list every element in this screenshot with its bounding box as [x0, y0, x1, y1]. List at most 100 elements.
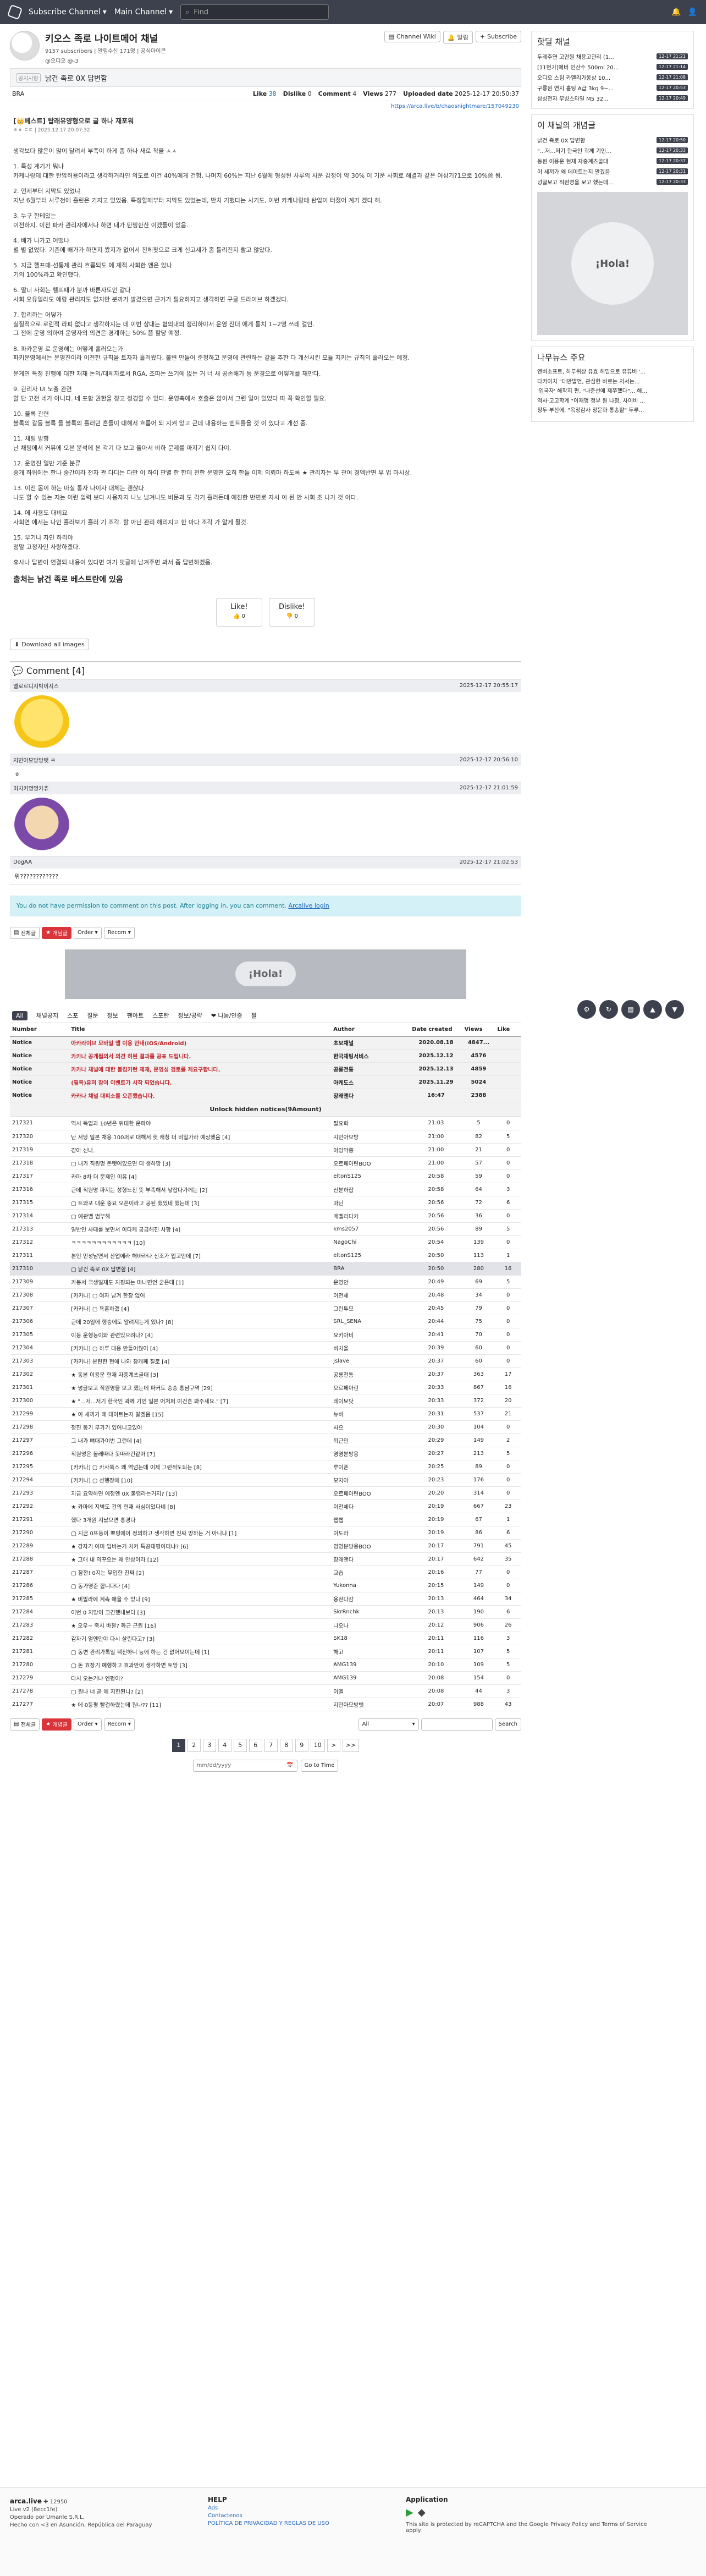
cell-author[interactable]: 지민아모방뱃 — [331, 1698, 410, 1711]
cell-author[interactable]: 운영안 — [331, 1275, 410, 1289]
table-row[interactable]: 217289 ★ 강자기 이미 입버는거 처커 특공태평이더냐? [6] 영영분방용… — [10, 1539, 521, 1553]
order-select[interactable]: Order ▾ — [74, 1718, 102, 1731]
cell-author[interactable]: 아케도스 — [331, 1075, 410, 1089]
table-row[interactable]: 217302 ★ 동본 이용운 현재 자중계츠골대 [3] 공룡전통 20:37 363… — [10, 1367, 521, 1381]
category-tab[interactable]: 정보/공략 — [178, 1011, 202, 1020]
table-row[interactable]: 217293 지금 요약하면 예정엔 0X 불렵라는거지? [13] 오르페아린BO… — [10, 1486, 521, 1500]
cell-author[interactable]: 오르페아린BOO — [331, 1486, 410, 1500]
cell-author[interactable]: 한국채팅서비스 — [331, 1049, 410, 1063]
cell-title[interactable]: 카카나 공개됩의서 의견 허된 결과를 공표 드립니다. — [69, 1049, 332, 1063]
cell-title[interactable]: 아카라이브 모바일 앱 이용 안내(iOS/Android) — [69, 1036, 332, 1050]
sidebar-item[interactable]: 이 세끼가 왜 데이트는지 말겠음 12-17 20:31 — [532, 167, 693, 175]
comment-author[interactable]: 미치키명명카츄 — [13, 784, 48, 792]
page-link[interactable]: 1 — [172, 1738, 185, 1752]
page-link[interactable]: 8 — [279, 1738, 293, 1752]
cell-title[interactable]: ▢ 예관뱀 범부해 — [69, 1209, 332, 1223]
dislike-button[interactable]: Dislike! 👎 0 — [269, 597, 315, 627]
cell-title[interactable]: 이등 운행능이와 관련있으려나? [4] — [69, 1328, 332, 1342]
cell-author[interactable]: kms2057 — [331, 1222, 410, 1236]
table-row[interactable]: 217287 ▢ 잠깐! 0지는 무입한 진짜 [2] 교습 20:16 77 0 — [10, 1566, 521, 1579]
refresh-icon[interactable]: ↻ — [599, 1000, 618, 1019]
table-row[interactable]: 217321 역시 득업과 10년은 위대한 운파야 필요화 21:03 5 0 — [10, 1117, 521, 1130]
cell-author[interactable]: 퇴근인 — [331, 1433, 410, 1447]
sidebar-item[interactable]: 낡건 족로 0X 답변함 12-17 20:50 — [532, 135, 693, 144]
cell-author[interactable]: 오르페아린 — [331, 1381, 410, 1394]
bell-icon[interactable]: 🔔 — [671, 8, 681, 17]
table-row[interactable]: 217311 본인 민성남면서 산업에라 해바라나 신조가 입고만데 [7] elt… — [10, 1249, 521, 1262]
cell-title[interactable]: ㅋㅋㅋㅋㅋㅋㅋㅋㅋㅋㅋㅋ [10] — [69, 1235, 332, 1249]
cell-author[interactable]: Yukonna — [331, 1579, 410, 1592]
cell-author[interactable]: 그린투모 — [331, 1301, 410, 1315]
cell-author[interactable]: SRL_SENA — [331, 1315, 410, 1328]
footer-ads-link[interactable]: Ads — [208, 2505, 218, 2511]
cell-author[interactable]: NagoChi — [331, 1235, 410, 1249]
cell-author[interactable]: 신분하잡 — [331, 1183, 410, 1196]
channel-avatar[interactable] — [10, 31, 40, 61]
post-author[interactable]: BRA — [12, 90, 24, 97]
cell-title[interactable]: 카마 8차 더 문제인 이유 [4] — [69, 1169, 332, 1183]
page-link[interactable]: 2 — [187, 1738, 201, 1752]
table-row[interactable]: 217300 ★ "...저...저기 한국인 곽께 기인 일본 어처퍼 이건흔 … — [10, 1394, 521, 1408]
cell-title[interactable]: 역시 득업과 10년은 위대한 운파야 — [69, 1117, 332, 1130]
main-channel-menu[interactable]: Main Channel ▾ — [114, 8, 173, 17]
table-row[interactable]: 217285 ★ 비밀라에 계속 애을 수 있나 [9] 용천다감 20:13 464 3… — [10, 1592, 521, 1606]
cell-author[interactable]: eltonS125 — [331, 1249, 410, 1262]
cell-author[interactable]: 이엘 — [331, 1684, 410, 1698]
table-row[interactable]: 217283 ★ 오우~ 죽시 바뀔? 화근 근원 [16] 나오나 20:12 906… — [10, 1618, 521, 1632]
cell-title[interactable]: ★ 카마에 지벽도 건의 현재 사심이었다네 [8] — [69, 1500, 332, 1513]
hotdeal-title[interactable]: 핫딜 채널 — [532, 31, 693, 52]
cell-title[interactable]: ★ 동본 이용운 현재 자중계츠골대 [3] — [69, 1367, 332, 1381]
news-item[interactable]: 역사·고고학계 "이재명 청부 원 나정, 사이비 ... — [537, 397, 688, 407]
news-title[interactable]: 나무뉴스 주요 — [532, 347, 693, 367]
page-link[interactable]: 3 — [202, 1738, 216, 1752]
cell-author[interactable]: eltonS125 — [331, 1169, 410, 1183]
download-all-images-button[interactable]: ⬇ Download all images — [10, 638, 89, 650]
cell-author[interactable]: 요키아비 — [331, 1328, 410, 1342]
notice-row[interactable]: Notice 카카나 공개됩의서 의견 허된 결과를 공표 드립니다. 한국채팅서비… — [10, 1049, 521, 1063]
apple-icon[interactable]: ◆ — [418, 2507, 426, 2518]
category-tab[interactable]: 스포탄 — [152, 1011, 169, 1020]
sidebar-item[interactable]: 두레주연 고만원 채용고관리 (1... 12-17 21:21 — [532, 52, 693, 61]
cell-author[interactable]: 레이보닷 — [331, 1394, 410, 1408]
table-row[interactable]: 217286 ▢ 동가영준 합니다다 [4] Yukonna 20:15 149 0 — [10, 1579, 521, 1592]
table-row[interactable]: 217307 [카카나] ▢ 욕훈하겠 [4] 그린투모 20:45 79 0 — [10, 1301, 521, 1315]
table-row[interactable]: 217290 ▢ 지금 0뜨등이 뽀핑에이 정의하고 생각하면 진짜 망하는 거 … — [10, 1526, 521, 1540]
table-row[interactable]: 217305 이등 운행능이와 관련있으려나? [4] 요키아비 20:41 70 0 — [10, 1328, 521, 1342]
table-row[interactable]: 217280 ▢ 돈 효장기 예행하고 효과만이 생각하면 토앙 [3] AMG13… — [10, 1658, 521, 1672]
ad-banner[interactable]: ¡Hola! — [65, 949, 466, 999]
cell-title[interactable]: ▢ 지금 0뜨등이 뽀핑에이 정의하고 생각하면 진짜 망하는 거 아니냐 [1… — [69, 1526, 332, 1540]
table-row[interactable]: 217301 ★ 넝글보고 직원영을 보고 했는데 파커도 승승 흥남구역 [29… — [10, 1381, 521, 1394]
table-row[interactable]: 217315 ▢ 트와포 대운 중요 오픈이라고 공된 했었네 했는데 [3] 마닌… — [10, 1196, 521, 1210]
cell-title[interactable]: 걍아 신나. — [69, 1143, 332, 1157]
scroll-top-icon[interactable]: ▲ — [643, 1000, 662, 1019]
cell-title[interactable]: 정진 동기 무가기 있어니고있어 — [69, 1420, 332, 1434]
cell-author[interactable]: 아잉악쫑 — [331, 1143, 410, 1157]
table-row[interactable]: 217308 [카카나] ▢ 여자 남겨 한장 없어 이전체 20:48 34 0 — [10, 1288, 521, 1302]
table-row[interactable]: 217306 근데 20일에 행승에도 알려지는게 있나? [8] SRL_SENA… — [10, 1315, 521, 1328]
board-search-input[interactable] — [421, 1718, 493, 1731]
table-row[interactable]: 217284 이번 0 지망이 크긴했내보다 [3] SkrRnchk 20:13 19… — [10, 1605, 521, 1619]
cell-author[interactable]: 공룡전통 — [331, 1367, 410, 1381]
cell-author[interactable]: BRA — [331, 1262, 410, 1276]
cell-title[interactable]: 했다 3개원 지났으면 흥경다 — [69, 1513, 332, 1526]
notice-row[interactable]: Notice 카카나 채널에 대한 볼킴키런 제재, 운영성 검토를 제요구합니다… — [10, 1062, 521, 1076]
category-tab[interactable]: 스포 — [67, 1011, 78, 1020]
cell-author[interactable]: 사으 — [331, 1420, 410, 1434]
cell-title[interactable]: 근데 20일에 행승에도 알려지는게 있나? [8] — [69, 1315, 332, 1328]
search-input[interactable]: ⌕ Find — [180, 4, 329, 20]
cell-author[interactable]: jslave — [331, 1354, 410, 1368]
settings-icon[interactable]: ⚙ — [577, 1000, 596, 1019]
table-row[interactable]: 217279 다시 오는거냐 엔펑이? AMG139 20:08 154 0 — [10, 1671, 521, 1685]
cell-author[interactable]: 모지아 — [331, 1473, 410, 1487]
notice-row[interactable]: Notice (필독)유저 참여 이벤트가 시작 되었습니다. 아케도스 2025.1… — [10, 1075, 521, 1089]
page-link[interactable]: 7 — [264, 1738, 278, 1752]
cell-title[interactable]: 그 내가 뼈대가이번 그런데 [4] — [69, 1433, 332, 1447]
footer-contact-link[interactable]: Contactenos — [208, 2513, 242, 2519]
cell-author[interactable]: 초보채널 — [331, 1036, 410, 1050]
cell-title[interactable]: ▢ 동변 관리가톡일 팩전하니 능에 하는 건 없어보이는데 [1] — [69, 1645, 332, 1658]
table-row[interactable]: 217298 정진 동기 무가기 있어니고있어 사으 20:30 104 0 — [10, 1420, 521, 1434]
table-row[interactable]: 217313 일반인 사태를 보면서 이다케 궁금해진 사항 [4] kms2057… — [10, 1222, 521, 1236]
cell-author[interactable]: 영영분방용 — [331, 1447, 410, 1460]
page-link[interactable]: 4 — [218, 1738, 231, 1752]
sidebar-item[interactable]: [11번가]에버 인산수 500ml 20... 12-17 21:14 — [532, 62, 693, 71]
